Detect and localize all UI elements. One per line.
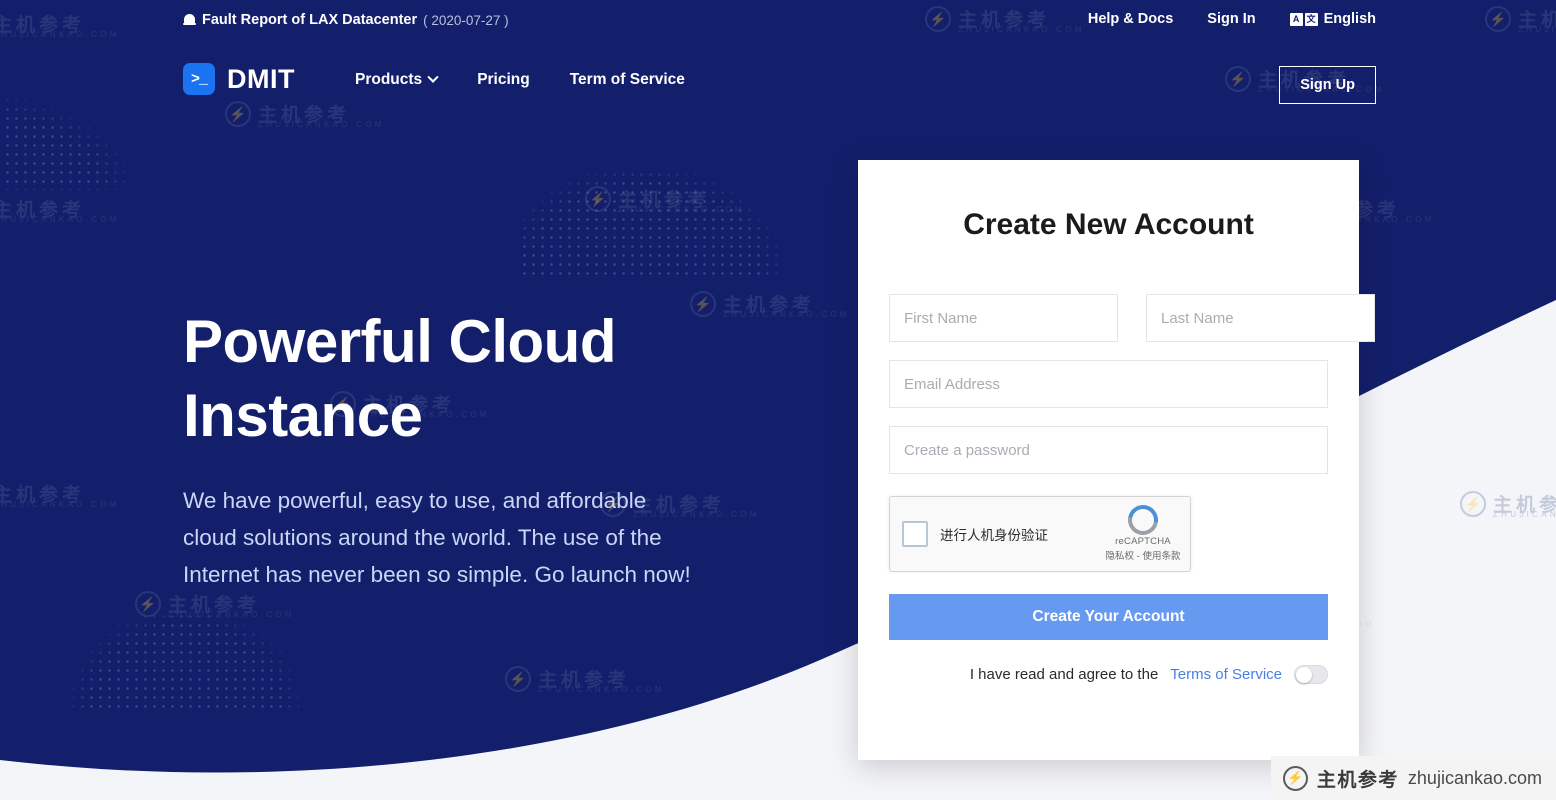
site-badge-logo-icon: ⚡: [1282, 765, 1308, 791]
toggle-knob: [1296, 667, 1312, 683]
language-label: English: [1323, 11, 1376, 27]
signup-form: 进行人机身份验证 reCAPTCHA 隐私权 - 使用条款 Create You…: [889, 294, 1375, 684]
site-badge-cn: 主机参考: [1316, 769, 1399, 791]
hero-title: Powerful Cloud Instance: [183, 305, 703, 454]
signup-card: Create New Account 进行人机身份验证 reCAPTCHA 隐私…: [858, 160, 1375, 760]
language-selector[interactable]: A 文 English: [1289, 11, 1376, 27]
bell-icon: [183, 13, 196, 28]
hero-title-line1: Powerful Cloud: [183, 308, 616, 375]
sign-up-button[interactable]: Sign Up: [1279, 66, 1376, 104]
recaptcha-name: reCAPTCHA: [1115, 536, 1171, 547]
announcement-banner[interactable]: Fault Report of LAX Datacenter ( 2020-07…: [183, 12, 509, 28]
help-docs-link[interactable]: Help & Docs: [1088, 11, 1173, 27]
chevron-down-icon: [427, 71, 439, 83]
brand-name: DMIT: [227, 63, 295, 94]
announcement-date: ( 2020-07-27 ): [423, 12, 509, 28]
page-root: Fault Report of LAX Datacenter ( 2020-07…: [0, 0, 1556, 800]
translate-icon-cjk: 文: [1304, 12, 1318, 26]
watermark-logo-icon: ⚡: [1460, 490, 1486, 517]
hero-title-line2: Instance: [183, 382, 423, 450]
recaptcha-label: 进行人机身份验证: [940, 528, 1048, 543]
email-input[interactable]: [889, 360, 1328, 408]
brand-logo[interactable]: >_ DMIT: [183, 63, 295, 95]
recaptcha-checkbox[interactable]: [902, 521, 928, 547]
announcement-text: Fault Report of LAX Datacenter: [202, 12, 418, 28]
hero-subtitle: We have powerful, easy to use, and affor…: [183, 487, 691, 588]
last-name-input[interactable]: [1146, 294, 1375, 342]
terms-agreement-row: I have read and agree to the Terms of Se…: [889, 665, 1328, 684]
terms-of-service-link[interactable]: Terms of Service: [1170, 666, 1282, 683]
page-title: Create New Account: [963, 208, 1254, 241]
watermark: ⚡ 主机参考 ZHUJICANKAO.COM: [1460, 490, 1556, 519]
nav-item-pricing[interactable]: Pricing: [477, 71, 530, 89]
sign-in-link[interactable]: Sign In: [1207, 11, 1255, 27]
watermark-en: ZHUJICANKAO.COM: [1493, 510, 1556, 519]
main-nav: >_ DMIT Products Pricing Term of Service…: [0, 58, 1556, 110]
recaptcha-terms[interactable]: 隐私权 - 使用条款: [1104, 548, 1182, 562]
recaptcha-widget[interactable]: 进行人机身份验证 reCAPTCHA 隐私权 - 使用条款: [889, 496, 1191, 572]
site-badge-url: zhujicankao.com: [1407, 767, 1542, 788]
translate-icon-latin: A: [1289, 12, 1303, 26]
terms-agreement-text: I have read and agree to the: [969, 666, 1159, 683]
name-row: [889, 294, 1375, 342]
nav-links: Products Pricing Term of Service: [355, 71, 685, 89]
terms-agreement-toggle[interactable]: [1294, 665, 1328, 684]
watermark-cn: 主机参考: [1493, 495, 1556, 516]
recaptcha-icon: [1122, 499, 1164, 541]
first-name-input[interactable]: [889, 294, 1118, 342]
nav-item-products[interactable]: Products: [355, 71, 439, 89]
terminal-icon: >_: [183, 63, 215, 95]
nav-item-term-of-service[interactable]: Term of Service: [570, 71, 685, 89]
site-badge: ⚡ 主机参考 zhujicankao.com: [1270, 756, 1556, 800]
hero-copy: Powerful Cloud Instance We have powerful…: [183, 305, 703, 594]
password-input[interactable]: [889, 426, 1328, 474]
translate-icon: A 文: [1289, 12, 1318, 26]
top-nav-links: Help & Docs Sign In A 文 English: [1088, 11, 1376, 27]
nav-item-products-label: Products: [355, 71, 423, 88]
recaptcha-branding: reCAPTCHA 隐私权 - 使用条款: [1104, 499, 1182, 562]
top-bar: Fault Report of LAX Datacenter ( 2020-07…: [0, 0, 1556, 48]
create-account-button[interactable]: Create Your Account: [889, 594, 1328, 640]
